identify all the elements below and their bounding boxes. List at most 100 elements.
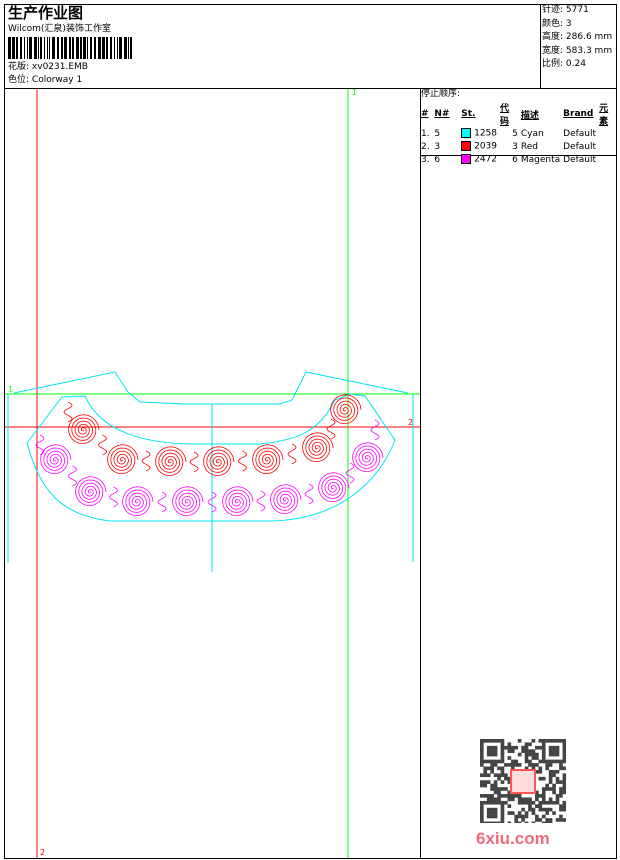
qr-module xyxy=(483,783,488,788)
qr-module xyxy=(528,742,532,747)
qr-module xyxy=(514,794,519,798)
qr-module xyxy=(541,790,546,795)
qr-module xyxy=(535,818,539,822)
qr-module xyxy=(507,794,512,798)
qr-module xyxy=(541,745,546,750)
qr-module xyxy=(562,759,566,764)
qr-module xyxy=(483,800,488,805)
qr-module xyxy=(486,811,491,815)
qr-module xyxy=(541,759,546,764)
qr-module xyxy=(490,797,494,802)
qr-module xyxy=(500,780,505,784)
qr-module xyxy=(548,776,553,781)
qr-module xyxy=(528,749,532,753)
qr-module xyxy=(490,821,494,823)
qr-module xyxy=(486,773,491,778)
qr-module xyxy=(531,821,536,823)
scroll-motif xyxy=(304,483,314,505)
qr-module xyxy=(524,745,529,750)
qr-module xyxy=(483,821,488,823)
qr-module xyxy=(559,794,563,798)
qr-module xyxy=(480,739,484,743)
qr-module xyxy=(541,739,546,743)
qr-module xyxy=(548,818,553,822)
scroll-motif xyxy=(109,486,118,508)
qr-module xyxy=(524,814,529,819)
qr-module xyxy=(538,807,543,812)
qr-module xyxy=(545,783,549,788)
qr-module xyxy=(562,783,566,788)
qr-module xyxy=(493,821,498,823)
qr-module xyxy=(480,752,484,757)
qr-module xyxy=(517,800,522,805)
qr-module xyxy=(555,800,560,805)
qr-module xyxy=(504,763,508,767)
qr-module xyxy=(480,821,484,823)
qr-module xyxy=(531,763,536,767)
qr-module xyxy=(497,794,501,798)
qr-module xyxy=(493,787,498,791)
qr-module xyxy=(552,811,556,815)
qr-module xyxy=(521,797,525,802)
qr-module xyxy=(504,773,508,778)
qr-module xyxy=(528,797,532,802)
qr-module xyxy=(541,756,546,760)
qr-module xyxy=(493,763,498,767)
qr-module xyxy=(541,814,546,819)
qr-module xyxy=(545,811,549,815)
qr-module xyxy=(562,790,566,795)
qr-module xyxy=(548,807,553,812)
qr-module xyxy=(493,797,498,802)
qr-module xyxy=(531,739,536,743)
qr-module xyxy=(483,739,488,743)
qr-module xyxy=(538,769,543,774)
qr-module xyxy=(497,821,501,823)
qr-module xyxy=(517,811,522,815)
qr-module xyxy=(480,773,484,778)
qr-module xyxy=(552,749,556,753)
qr-module xyxy=(493,749,498,753)
qr-module xyxy=(545,800,549,805)
qr-module xyxy=(493,739,498,743)
embroidery-preview: 1 2 1 2 xyxy=(5,88,420,858)
qr-module xyxy=(524,821,529,823)
qr-module xyxy=(486,766,491,771)
qr-module xyxy=(486,807,491,812)
qr-module xyxy=(555,752,560,757)
qr-module xyxy=(490,807,494,812)
qr-module xyxy=(500,794,505,798)
qr-module xyxy=(521,814,525,819)
qr-module xyxy=(497,787,501,791)
qr-module xyxy=(541,749,546,753)
qr-module xyxy=(559,763,563,767)
qr-module xyxy=(507,804,512,808)
qr-module xyxy=(559,759,563,764)
qr-module xyxy=(507,797,512,802)
qr-module xyxy=(524,759,529,764)
qr-module xyxy=(538,759,543,764)
qr-module xyxy=(548,821,553,823)
qr-module xyxy=(493,807,498,812)
qr-module xyxy=(490,814,494,819)
qr-module xyxy=(514,814,519,819)
qr-module xyxy=(552,752,556,757)
qr-module xyxy=(507,742,512,747)
qr-module xyxy=(486,752,491,757)
qr-module xyxy=(493,814,498,819)
qr-module xyxy=(541,821,546,823)
scroll-motif xyxy=(98,434,107,456)
spiral-motif xyxy=(330,394,362,425)
qr-module xyxy=(486,821,491,823)
qr-module xyxy=(552,787,556,791)
qr-module xyxy=(480,780,484,784)
qr-module xyxy=(545,759,549,764)
qr-module xyxy=(548,749,553,753)
qr-module xyxy=(531,749,536,753)
qr-module xyxy=(507,745,512,750)
qr-module xyxy=(531,811,536,815)
qr-module xyxy=(538,794,543,798)
qr-module xyxy=(559,766,563,771)
qr-module xyxy=(538,745,543,750)
seal-stamp xyxy=(510,769,536,794)
scroll-motif xyxy=(141,450,151,472)
